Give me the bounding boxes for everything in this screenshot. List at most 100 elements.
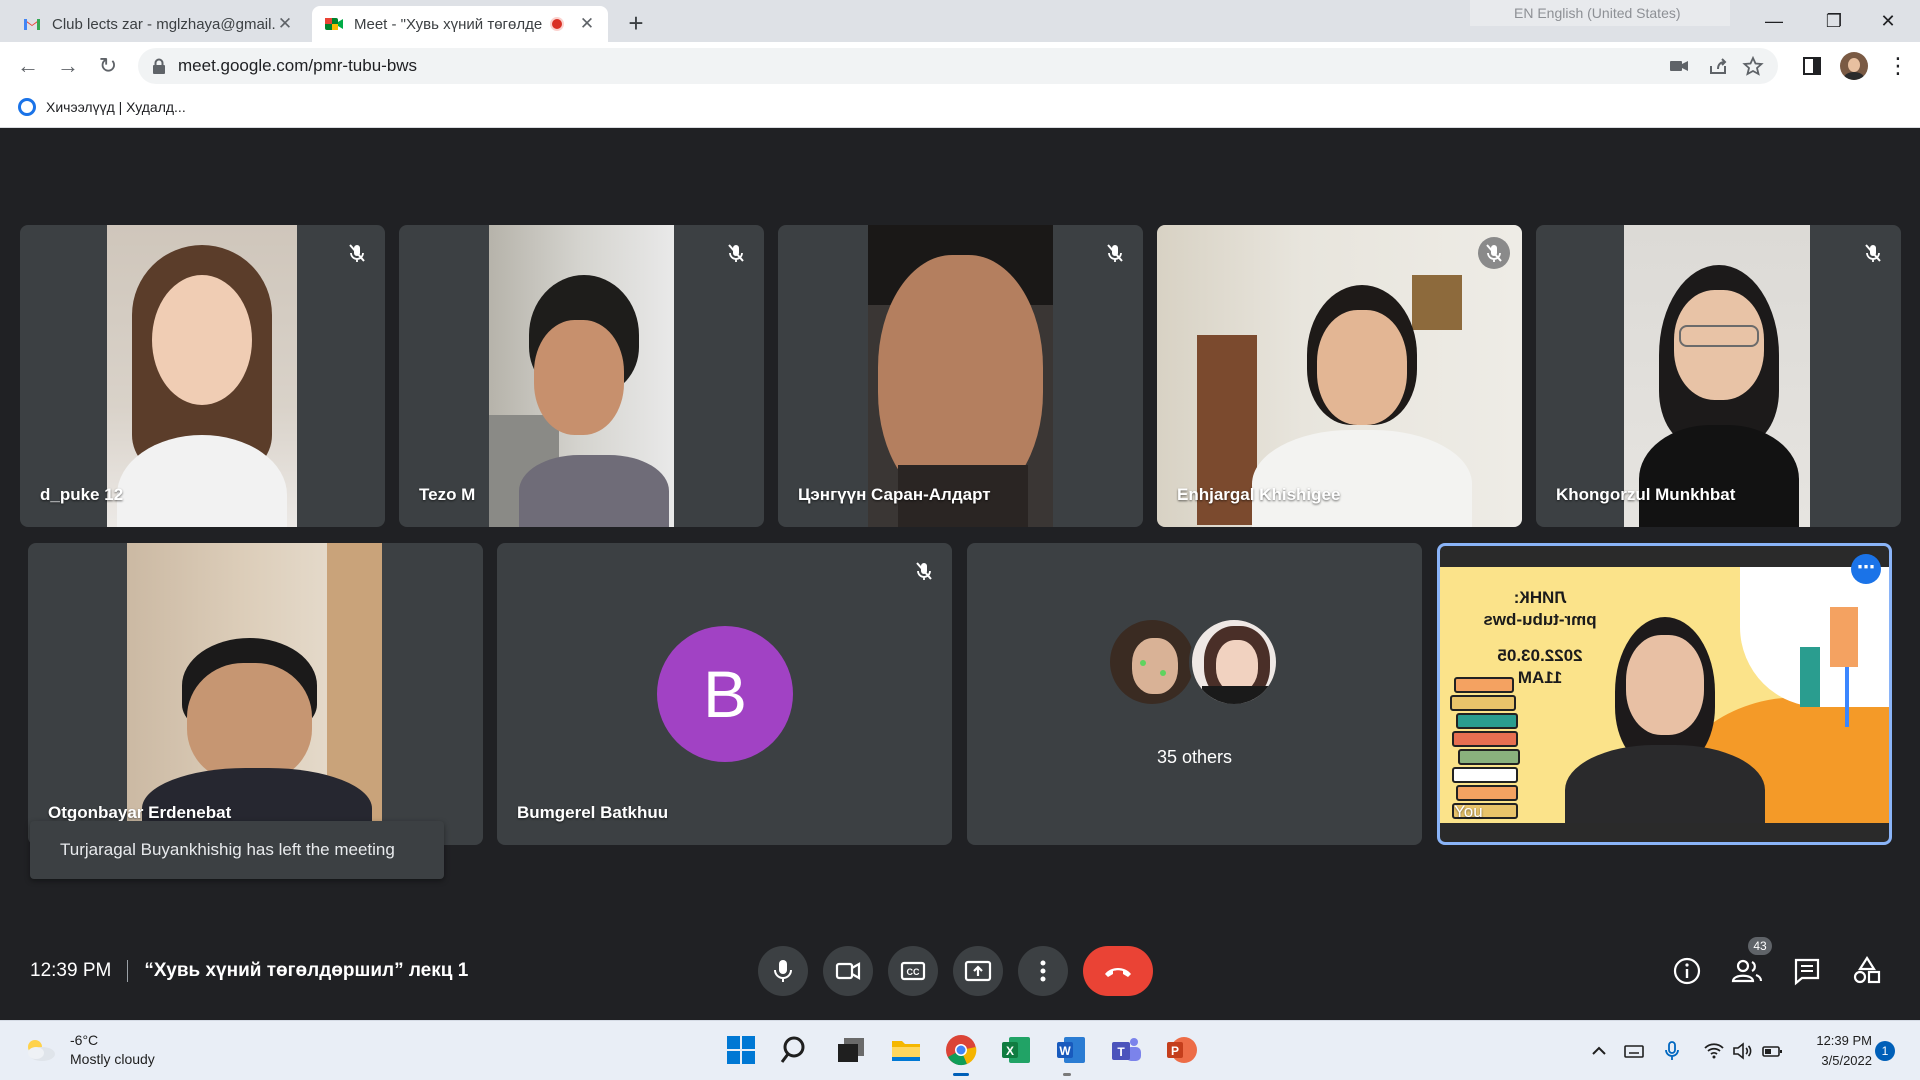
file-explorer-icon[interactable]: [889, 1033, 923, 1067]
presenter-face: [1626, 635, 1704, 735]
presentation-link: pmr-tubu-bws: [1483, 610, 1597, 629]
close-icon[interactable]: ✕: [276, 14, 294, 34]
windows-start-icon[interactable]: [724, 1033, 758, 1067]
meet-icon: [325, 18, 343, 30]
share-icon[interactable]: [1708, 56, 1730, 76]
chrome-icon[interactable]: [944, 1033, 978, 1067]
screen: Club lects zar - mglzhaya@gmail. ✕ Meet …: [0, 0, 1920, 1080]
participant-tile[interactable]: Tezo M: [399, 225, 764, 527]
temperature: -6°C: [70, 1032, 99, 1048]
mic-off-icon: [1478, 237, 1510, 269]
others-count-label: 35 others: [1156, 747, 1233, 767]
volume-icon[interactable]: [1730, 1039, 1754, 1063]
people-icon[interactable]: [1728, 952, 1766, 990]
participant-tile[interactable]: d_puke 12: [20, 225, 385, 527]
tab-gmail[interactable]: Club lects zar - mglzhaya@gmail. ✕: [10, 6, 306, 42]
participant-tile[interactable]: Khongorzul Munkhbat: [1536, 225, 1901, 527]
side-panel-icon[interactable]: [1800, 52, 1824, 80]
participant-avatar: [1189, 617, 1279, 707]
svg-text:T: T: [1117, 1045, 1125, 1059]
microphone-icon: [774, 960, 792, 982]
others-tile[interactable]: 35 others: [967, 543, 1422, 845]
participant-video: [1624, 225, 1810, 527]
bookmark-star-icon[interactable]: [1742, 56, 1764, 76]
excel-icon[interactable]: X: [999, 1033, 1033, 1067]
svg-text:W: W: [1059, 1044, 1071, 1058]
new-tab-button[interactable]: +: [620, 8, 652, 40]
reload-icon[interactable]: ↻: [94, 52, 122, 80]
activities-icon[interactable]: [1848, 952, 1886, 990]
back-icon[interactable]: ←: [14, 52, 42, 80]
clock-time: 12:39 PM: [1816, 1033, 1872, 1048]
microphone-button[interactable]: [758, 946, 808, 996]
url-text: meet.google.com/pmr-tubu-bws: [178, 56, 418, 75]
powerpoint-icon[interactable]: P: [1164, 1033, 1198, 1067]
chat-icon[interactable]: [1788, 952, 1826, 990]
hang-up-icon: [1105, 968, 1131, 977]
microphone-tray-icon[interactable]: [1660, 1039, 1684, 1063]
lock-icon: [153, 58, 165, 74]
word-icon[interactable]: W: [1054, 1033, 1088, 1067]
participant-name: Bumgerel Batkhuu: [517, 803, 669, 822]
restore-icon[interactable]: ❐: [1812, 6, 1856, 36]
mic-off-icon: [916, 562, 932, 580]
more-options-button[interactable]: [1018, 946, 1068, 996]
teams-icon[interactable]: T: [1109, 1033, 1143, 1067]
language-indicator: EN English (United States): [1470, 0, 1730, 26]
notification-badge[interactable]: 1: [1875, 1041, 1895, 1061]
browser-menu-icon[interactable]: ⋮: [1886, 52, 1910, 80]
camera-in-use-icon[interactable]: [1668, 56, 1690, 76]
participant-video: [489, 225, 674, 527]
participant-tile[interactable]: Otgonbayar Erdenebat: [28, 543, 483, 845]
present-screen-button[interactable]: [953, 946, 1003, 996]
close-icon[interactable]: ✕: [578, 14, 596, 34]
search-icon[interactable]: [779, 1033, 813, 1067]
meeting-details-icon[interactable]: [1668, 952, 1706, 990]
captions-button[interactable]: CC: [888, 946, 938, 996]
participant-name: Otgonbayar Erdenebat: [48, 803, 232, 822]
clock-date: 3/5/2022: [1821, 1053, 1872, 1068]
participant-tile[interactable]: Цэнгүүн Саран-Алдарт: [778, 225, 1143, 527]
meeting-title: “Хувь хүний төгөлдөршил” лекц 1: [144, 960, 469, 981]
participant-tile[interactable]: B Bumgerel Batkhuu: [497, 543, 952, 845]
profile-avatar[interactable]: [1840, 52, 1868, 80]
wifi-icon[interactable]: [1702, 1039, 1726, 1063]
svg-text:X: X: [1006, 1044, 1014, 1058]
participant-name: Цэнгүүн Саран-Алдарт: [798, 485, 991, 504]
participant-name: d_puke 12: [40, 485, 124, 504]
captions-icon: CC: [900, 961, 926, 981]
chevron-up-icon[interactable]: [1587, 1039, 1611, 1063]
meeting-stage: d_puke 12 Tezo M Цэнгүүн Саран-Алдарт En…: [0, 128, 1920, 1020]
svg-text:CC: CC: [907, 967, 920, 977]
keyboard-icon[interactable]: [1622, 1039, 1646, 1063]
participant-name: Enhjargal Khishigee: [1177, 485, 1341, 504]
participants-count-badge: 43: [1748, 937, 1772, 955]
self-view-tile[interactable]: ЛИНК: pmr-tubu-bws 2022.03.05 11AM You ⋯: [1437, 543, 1892, 845]
bookmark-item[interactable]: Хичээлүүд | Худалд...: [18, 98, 186, 116]
more-vert-icon: [1040, 960, 1046, 982]
bookmark-label: Хичээлүүд | Худалд...: [46, 99, 186, 115]
self-name-label: You: [1454, 802, 1483, 821]
leave-call-button[interactable]: [1083, 946, 1153, 996]
browser-tab-strip: Club lects zar - mglzhaya@gmail. ✕ Meet …: [0, 0, 1920, 42]
tab-meet[interactable]: Meet - "Хувь хүний төгөлде ✕: [312, 6, 608, 42]
weather-widget[interactable]: -6°C Mostly cloudy: [22, 1031, 155, 1069]
mic-off-icon: [1865, 244, 1881, 262]
forward-icon[interactable]: →: [54, 52, 82, 80]
open-app-indicator: [1063, 1073, 1071, 1076]
cloudy-weather-icon: [28, 1040, 55, 1061]
participant-left-toast: Turjaragal Buyankhishig has left the mee…: [30, 821, 444, 879]
address-bar[interactable]: meet.google.com/pmr-tubu-bws: [138, 48, 1778, 84]
participant-video: [107, 225, 297, 527]
mic-off-icon: [728, 244, 744, 262]
mic-off-icon: [349, 244, 365, 262]
minimize-icon[interactable]: —: [1752, 6, 1796, 36]
camera-icon: [835, 962, 861, 980]
window-close-icon[interactable]: ✕: [1866, 6, 1910, 36]
participant-tile[interactable]: Enhjargal Khishigee: [1157, 225, 1522, 527]
more-options-icon[interactable]: ⋯: [1851, 554, 1881, 584]
camera-button[interactable]: [823, 946, 873, 996]
battery-icon[interactable]: [1760, 1039, 1784, 1063]
system-clock[interactable]: 12:39 PM 3/5/2022: [1800, 1031, 1872, 1071]
task-view-icon[interactable]: [834, 1033, 868, 1067]
